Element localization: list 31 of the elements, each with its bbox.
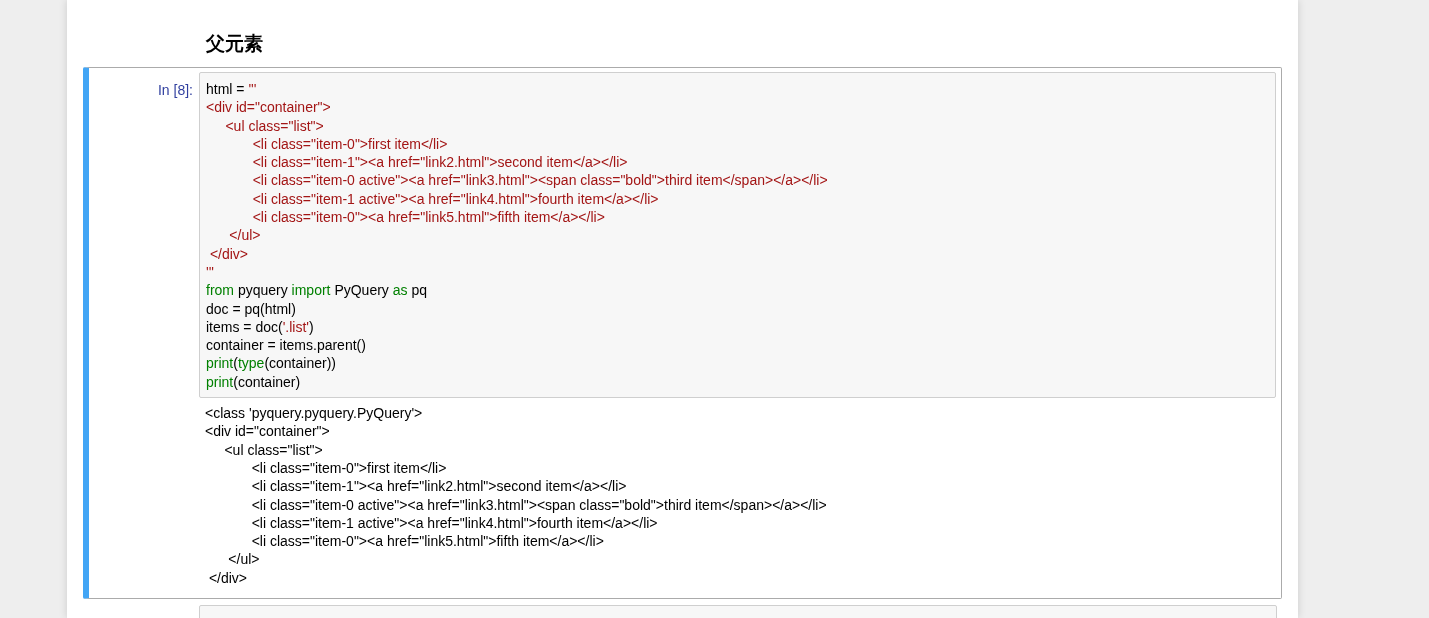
code-line: ''' [206, 262, 216, 282]
code-line: print(container) [206, 372, 302, 392]
code-line: <li class="item-0">first item</li> [251, 134, 449, 154]
output-line: <class 'pyquery.pyquery.PyQuery'> [205, 404, 424, 423]
code-cell[interactable] [83, 67, 1282, 599]
output-line: </ul> [227, 550, 261, 569]
code-line: </ul> [228, 226, 262, 245]
code-line: <ul class="list"> [224, 116, 325, 135]
code-line: <li class="item-0"><a href="link5.html">fifth item</a></li> [251, 208, 606, 227]
output-line: <li class="item-0 active"><a href="link3.html"><span class="bold">third item</span></a></li> [250, 495, 828, 514]
section-heading: 父元素 [206, 32, 264, 56]
code-line: <div id="container"> [206, 98, 332, 117]
code-line: </div> [208, 244, 250, 263]
code-line: container = items.parent() [206, 336, 367, 355]
output-line: <li class="item-1"><a href="link2.html">second item</a></li> [250, 477, 628, 496]
output-line: </div> [207, 568, 249, 587]
code-line: doc = pq(html) [206, 299, 297, 318]
code-line: from pyquery import PyQuery as pq [206, 281, 428, 300]
output-line: <li class="item-0"><a href="link5.html">fifth item</a></li> [250, 532, 605, 551]
code-editor[interactable] [199, 72, 1276, 399]
code-line: items = doc('.list') [206, 317, 315, 337]
code-line: <li class="item-0 active"><a href="link3.html"><span class="bold">third item</span></a></li> [251, 171, 829, 190]
code-line: print(type(container)) [206, 354, 337, 373]
output-line: <li class="item-1 active"><a href="link4.html">fourth item</a></li> [250, 513, 659, 533]
input-prompt: In [8]: [156, 81, 194, 100]
code-line: <li class="item-1"><a href="link2.html">second item</a></li> [251, 153, 629, 172]
code-line: <li class="item-1 active"><a href="link4.html">fourth item</a></li> [251, 189, 660, 209]
output-line: <ul class="list"> [223, 440, 324, 459]
output-line: <div id="container"> [205, 422, 331, 441]
output-line: <li class="item-0">first item</li> [250, 458, 448, 478]
code-line: html = ''' [206, 80, 258, 99]
